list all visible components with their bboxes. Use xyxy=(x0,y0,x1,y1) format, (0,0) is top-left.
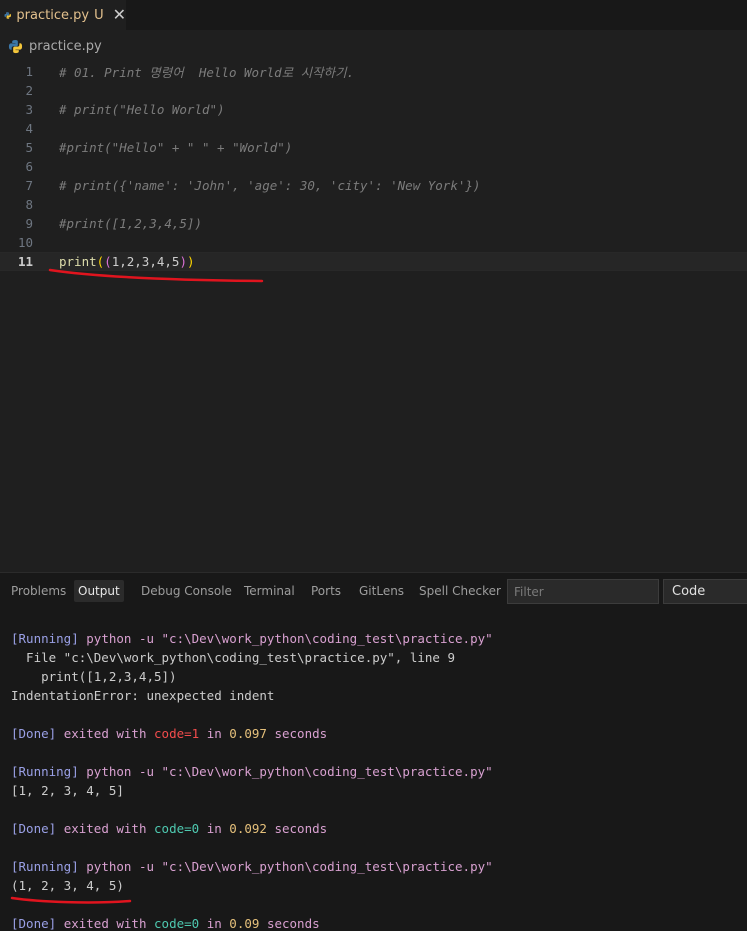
command-text: python -u "c:\Dev\work_python\coding_tes… xyxy=(86,859,493,874)
code-line[interactable]: 3 # print("Hello World") xyxy=(0,100,747,119)
running-tag: [Running] xyxy=(11,631,79,646)
code-text: #print("Hello" + " " + "World") xyxy=(59,140,293,155)
close-icon[interactable]: ✕ xyxy=(113,7,126,23)
exited-text: exited with xyxy=(63,821,147,836)
line-number: 11 xyxy=(17,254,33,269)
done-tag: [Done] xyxy=(11,821,57,836)
untracked-status-badge: U xyxy=(94,7,104,23)
tab-label: practice.py xyxy=(16,7,90,23)
output-line: print([1,2,3,4,5]) xyxy=(11,669,177,684)
line-number: 1 xyxy=(25,64,33,79)
output-line: (1, 2, 3, 4, 5) xyxy=(11,878,124,893)
code-line[interactable]: 7 # print({'name': 'John', 'age': 30, 'c… xyxy=(0,176,747,195)
line-number: 6 xyxy=(25,159,33,174)
tab-gitlens[interactable]: GitLens xyxy=(355,580,408,602)
output-line: [Running] python -u "c:\Dev\work_python\… xyxy=(11,762,493,781)
python-icon xyxy=(8,39,23,53)
code-text: # 01. Print 명령어 Hello World로 시작하기. xyxy=(59,65,355,80)
breadcrumb[interactable]: practice.py xyxy=(0,30,747,62)
seconds-text: seconds xyxy=(274,821,328,836)
command-text: python -u "c:\Dev\work_python\coding_tes… xyxy=(86,764,493,779)
code-text: print((1,2,3,4,5)) xyxy=(59,254,195,269)
in-text: in xyxy=(206,821,222,836)
code-line[interactable]: 6 xyxy=(0,157,747,176)
command-text: python -u "c:\Dev\work_python\coding_tes… xyxy=(86,631,493,646)
line-number: 5 xyxy=(25,140,33,155)
code-token-bracket: ( xyxy=(104,254,112,269)
bottom-panel: Problems Output Debug Console Terminal P… xyxy=(0,572,747,931)
tab-problems[interactable]: Problems xyxy=(7,580,70,602)
tab-debug-console[interactable]: Debug Console xyxy=(137,580,236,602)
tab-terminal[interactable]: Terminal xyxy=(240,580,299,602)
line-number: 8 xyxy=(25,197,33,212)
in-text: in xyxy=(206,726,222,741)
output-filter-input[interactable] xyxy=(507,579,659,604)
code-text: #print([1,2,3,4,5]) xyxy=(59,216,202,231)
in-text: in xyxy=(206,916,222,931)
line-number: 9 xyxy=(25,216,33,231)
code-text: # print("Hello World") xyxy=(59,102,225,117)
output-line: [Running] python -u "c:\Dev\work_python\… xyxy=(11,857,493,876)
code-token-args: 1,2,3,4,5 xyxy=(111,254,180,269)
code-token-bracket: ) xyxy=(179,254,187,269)
done-tag: [Done] xyxy=(11,726,57,741)
code-line[interactable]: 5 #print("Hello" + " " + "World") xyxy=(0,138,747,157)
breadcrumb-file[interactable]: practice.py xyxy=(29,39,102,54)
tab-output[interactable]: Output xyxy=(74,580,124,602)
output-line: [1, 2, 3, 4, 5] xyxy=(11,783,124,798)
output-channel-select[interactable]: Code xyxy=(663,579,747,604)
running-tag: [Running] xyxy=(11,859,79,874)
code-line[interactable]: 9 #print([1,2,3,4,5]) xyxy=(0,214,747,233)
editor-tab-bar: practice.py U ✕ xyxy=(0,0,747,30)
code-line[interactable]: 4 xyxy=(0,119,747,138)
output-line: IndentationError: unexpected indent xyxy=(11,688,275,703)
running-tag: [Running] xyxy=(11,764,79,779)
elapsed-time: 0.092 xyxy=(229,821,267,836)
tab-ports[interactable]: Ports xyxy=(307,580,345,602)
elapsed-time: 0.09 xyxy=(229,916,260,931)
code-token-function: print xyxy=(59,254,97,269)
code-text: # print({'name': 'John', 'age': 30, 'cit… xyxy=(59,178,481,193)
output-line: [Done] exited with code=0 in 0.09 second… xyxy=(11,914,320,931)
exited-text: exited with xyxy=(63,726,147,741)
code-line[interactable]: 2 xyxy=(0,81,747,100)
line-number: 3 xyxy=(25,102,33,117)
output-line: [Done] exited with code=1 in 0.097 secon… xyxy=(11,724,327,743)
tab-spell-checker[interactable]: Spell Checker xyxy=(415,580,505,602)
code-line[interactable]: 8 xyxy=(0,195,747,214)
elapsed-time: 0.097 xyxy=(229,726,267,741)
output-line: [Running] python -u "c:\Dev\work_python\… xyxy=(11,629,493,648)
output-line: [Done] exited with code=0 in 0.092 secon… xyxy=(11,819,327,838)
code-token-bracket: ) xyxy=(186,254,195,269)
line-number: 10 xyxy=(17,235,33,250)
line-number: 2 xyxy=(25,83,33,98)
code-line[interactable]: 1 # 01. Print 명령어 Hello World로 시작하기. xyxy=(0,62,747,81)
exit-code: code=0 xyxy=(154,916,200,931)
seconds-text: seconds xyxy=(274,726,328,741)
output-line: File "c:\Dev\work_python\coding_test\pra… xyxy=(11,650,456,665)
exit-code: code=0 xyxy=(154,821,200,836)
exit-code: code=1 xyxy=(154,726,200,741)
line-number: 7 xyxy=(25,178,33,193)
panel-tab-bar: Problems Output Debug Console Terminal P… xyxy=(0,573,747,609)
code-line[interactable]: 10 xyxy=(0,233,747,252)
code-editor[interactable]: 1 # 01. Print 명령어 Hello World로 시작하기. 2 3… xyxy=(0,62,747,572)
tab-practice-py[interactable]: practice.py U ✕ xyxy=(0,0,126,30)
python-icon xyxy=(4,11,11,19)
done-tag: [Done] xyxy=(11,916,57,931)
current-code-line[interactable]: 11 print((1,2,3,4,5)) xyxy=(0,252,747,271)
seconds-text: seconds xyxy=(266,916,320,931)
line-number: 4 xyxy=(25,121,33,136)
exited-text: exited with xyxy=(63,916,147,931)
